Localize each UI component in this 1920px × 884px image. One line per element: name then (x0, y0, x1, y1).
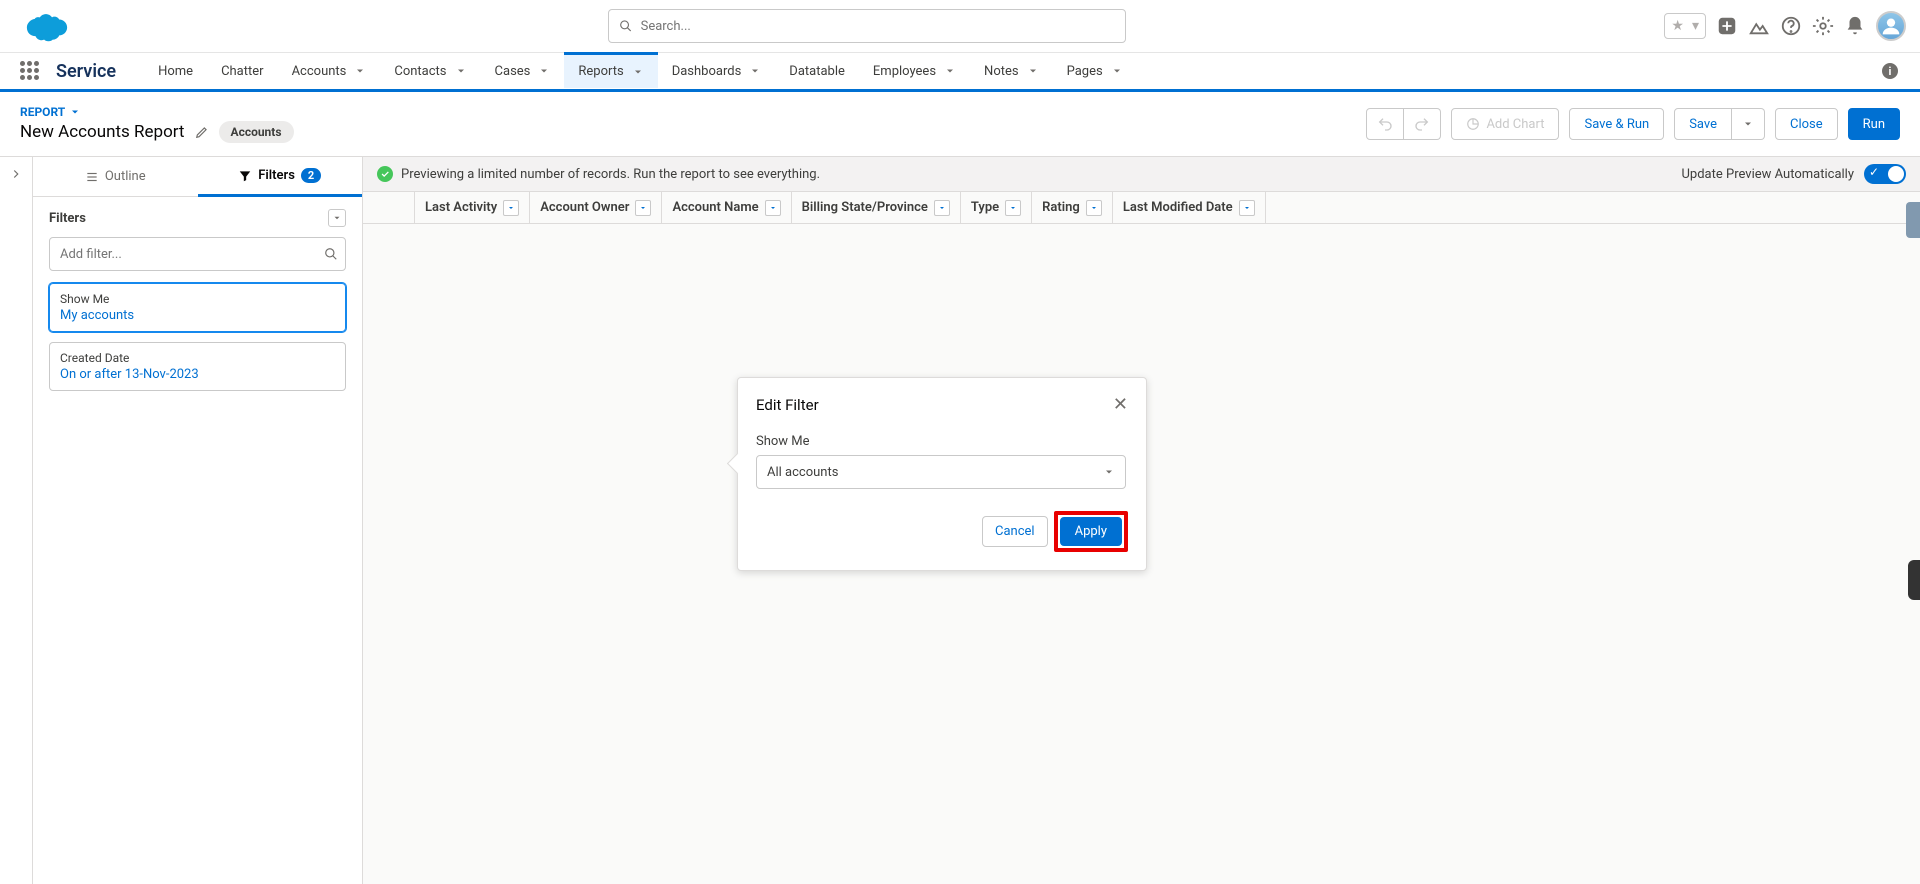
chevron-down-icon: ▾ (1688, 18, 1703, 34)
report-object-label[interactable]: REPORT (20, 105, 294, 119)
apply-button[interactable]: Apply (1060, 517, 1122, 546)
add-icon[interactable] (1716, 15, 1738, 37)
column-menu-button[interactable] (1239, 200, 1255, 216)
header-utility-icons: ★▾ (1664, 11, 1906, 41)
edit-filter-popover: Edit Filter ✕ Show Me All accounts Cance… (737, 377, 1147, 571)
edit-title-icon[interactable] (195, 125, 209, 139)
column-menu-button[interactable] (1005, 200, 1021, 216)
nav-item-cases[interactable]: Cases (481, 53, 565, 89)
save-button[interactable]: Save (1674, 108, 1732, 140)
filter-card[interactable]: Show Me My accounts (49, 283, 346, 332)
filter-card-value: On or after 13-Nov-2023 (60, 367, 335, 382)
column-menu-button[interactable] (765, 200, 781, 216)
apply-highlight: Apply (1054, 511, 1128, 552)
nav-item-reports[interactable]: Reports (564, 52, 657, 88)
right-panel-tab[interactable] (1906, 202, 1920, 238)
add-chart-button[interactable]: Add Chart (1451, 108, 1559, 140)
nav-item-chatter[interactable]: Chatter (207, 53, 278, 89)
filters-menu-button[interactable] (328, 209, 346, 227)
nav-item-employees[interactable]: Employees (859, 53, 970, 89)
filter-card[interactable]: Created Date On or after 13-Nov-2023 (49, 342, 346, 391)
column-header[interactable]: Type (961, 192, 1032, 223)
column-header[interactable]: Last Modified Date (1113, 192, 1266, 223)
nav-item-notes[interactable]: Notes (970, 53, 1053, 89)
search-icon (324, 247, 338, 261)
column-menu-button[interactable] (503, 200, 519, 216)
column-header[interactable]: Account Owner (530, 192, 662, 223)
nav-item-contacts[interactable]: Contacts (380, 53, 480, 89)
column-headers: Last ActivityAccount OwnerAccount NameBi… (363, 192, 1920, 224)
notifications-bell-icon[interactable] (1844, 15, 1866, 37)
undo-button[interactable] (1366, 108, 1404, 140)
column-header[interactable]: Last Activity (415, 192, 530, 223)
info-icon[interactable]: i (1882, 63, 1898, 79)
run-button[interactable]: Run (1848, 108, 1900, 140)
column-menu-button[interactable] (1086, 200, 1102, 216)
filter-card-value: My accounts (60, 308, 335, 323)
column-menu-button[interactable] (635, 200, 651, 216)
close-icon[interactable]: ✕ (1113, 396, 1128, 414)
collapse-sidebar-button[interactable] (0, 157, 33, 884)
add-filter-input[interactable] (49, 237, 346, 271)
filter-card-label: Created Date (60, 351, 335, 365)
chevron-down-icon (1103, 466, 1115, 478)
column-header[interactable]: Billing State/Province (792, 192, 961, 223)
auto-preview-toggle[interactable] (1864, 164, 1906, 184)
app-nav-bar: Service HomeChatterAccountsContactsCases… (0, 52, 1920, 92)
show-me-select[interactable]: All accounts (756, 455, 1126, 489)
chevron-down-icon (749, 65, 761, 77)
chevron-down-icon (1027, 65, 1039, 77)
app-name: Service (56, 61, 116, 82)
favorites-button[interactable]: ★▾ (1664, 13, 1706, 39)
filters-heading: Filters (49, 211, 86, 226)
report-type-pill: Accounts (219, 121, 294, 143)
filter-card-label: Show Me (60, 292, 335, 306)
chevron-down-icon (944, 65, 956, 77)
close-button[interactable]: Close (1775, 108, 1838, 140)
column-header[interactable]: Account Name (662, 192, 791, 223)
report-canvas: Previewing a limited number of records. … (363, 157, 1920, 884)
success-check-icon (377, 166, 393, 182)
popover-title: Edit Filter (756, 396, 819, 414)
popover-field-label: Show Me (756, 434, 1128, 449)
nav-item-accounts[interactable]: Accounts (278, 53, 381, 89)
save-menu-button[interactable] (1732, 108, 1765, 140)
app-launcher-icon[interactable] (20, 61, 40, 81)
outline-tab[interactable]: Outline (33, 157, 198, 196)
chevron-down-icon (1111, 65, 1123, 77)
column-header[interactable]: Rating (1032, 192, 1113, 223)
chevron-down-icon (455, 65, 467, 77)
nav-item-home[interactable]: Home (144, 53, 207, 89)
global-search-input[interactable] (641, 19, 1116, 34)
report-sidebar: Outline Filters 2 Filters Show Me My acco… (33, 157, 363, 884)
star-icon: ★ (1667, 18, 1688, 34)
global-header: ★▾ (0, 0, 1920, 52)
chevron-down-icon (354, 65, 366, 77)
row-number-header (363, 192, 415, 223)
report-header: REPORT New Accounts Report Accounts Add … (0, 92, 1920, 157)
search-icon (619, 19, 632, 33)
global-search[interactable] (608, 9, 1126, 43)
setup-gear-icon[interactable] (1812, 15, 1834, 37)
report-title: New Accounts Report (20, 122, 185, 142)
salesforce-logo-icon (24, 10, 70, 42)
preview-bar: Previewing a limited number of records. … (363, 157, 1920, 192)
nav-item-pages[interactable]: Pages (1053, 53, 1137, 89)
chevron-down-icon (538, 65, 550, 77)
cancel-button[interactable]: Cancel (982, 516, 1048, 547)
chevron-down-icon (632, 66, 644, 78)
help-icon[interactable] (1780, 15, 1802, 37)
user-avatar[interactable] (1876, 11, 1906, 41)
nav-item-datatable[interactable]: Datatable (775, 53, 859, 89)
auto-preview-label: Update Preview Automatically (1682, 167, 1855, 182)
redo-button[interactable] (1404, 108, 1441, 140)
preview-message: Previewing a limited number of records. … (401, 167, 820, 182)
save-run-button[interactable]: Save & Run (1569, 108, 1664, 140)
nav-item-dashboards[interactable]: Dashboards (658, 53, 776, 89)
filter-count-badge: 2 (301, 168, 321, 183)
filters-tab[interactable]: Filters 2 (198, 157, 363, 197)
trailhead-icon[interactable] (1748, 15, 1770, 37)
right-dark-tab[interactable] (1908, 560, 1920, 600)
column-menu-button[interactable] (934, 200, 950, 216)
